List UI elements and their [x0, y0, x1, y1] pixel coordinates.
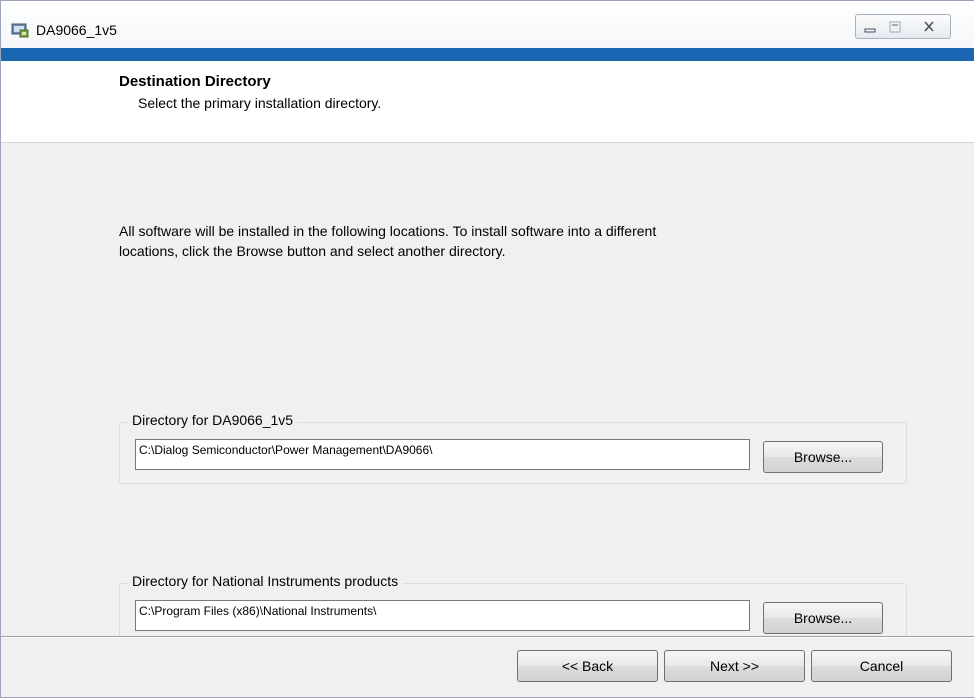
browse-button[interactable]: Browse... [763, 602, 883, 634]
maximize-icon [889, 21, 901, 33]
footer-bar: << Back Next >> Cancel [1, 638, 974, 697]
page-subtitle: Select the primary installation director… [138, 95, 382, 111]
group-legend: Directory for National Instruments produ… [128, 573, 403, 589]
directory-group-ni: Directory for National Instruments produ… [119, 573, 907, 636]
installer-icon [11, 22, 29, 38]
next-button[interactable]: Next >> [664, 650, 805, 682]
page-title: Destination Directory [119, 73, 271, 90]
close-icon [924, 21, 934, 32]
maximize-button[interactable] [882, 14, 908, 39]
da9066-path-input[interactable]: C:\Dialog Semiconductor\Power Management… [135, 439, 750, 470]
minimize-button[interactable] [855, 14, 883, 39]
cancel-button[interactable]: Cancel [811, 650, 952, 682]
accent-bar [1, 48, 974, 61]
installer-window: DA9066_1v5 Destination Directory Select … [0, 0, 974, 698]
ni-path-input[interactable]: C:\Program Files (x86)\National Instrume… [135, 600, 750, 631]
content-area: Directory for DA9066_1v5 C:\Dialog Semic… [1, 142, 974, 636]
window-title: DA9066_1v5 [36, 22, 117, 38]
browse-button[interactable]: Browse... [763, 441, 883, 473]
close-button[interactable] [907, 14, 951, 39]
directory-group-da9066: Directory for DA9066_1v5 C:\Dialog Semic… [119, 412, 907, 484]
back-button[interactable]: << Back [517, 650, 658, 682]
group-legend: Directory for DA9066_1v5 [128, 412, 298, 428]
header-panel: Destination Directory Select the primary… [1, 61, 974, 143]
minimize-icon [864, 28, 876, 33]
title-bar[interactable]: DA9066_1v5 [1, 1, 974, 48]
